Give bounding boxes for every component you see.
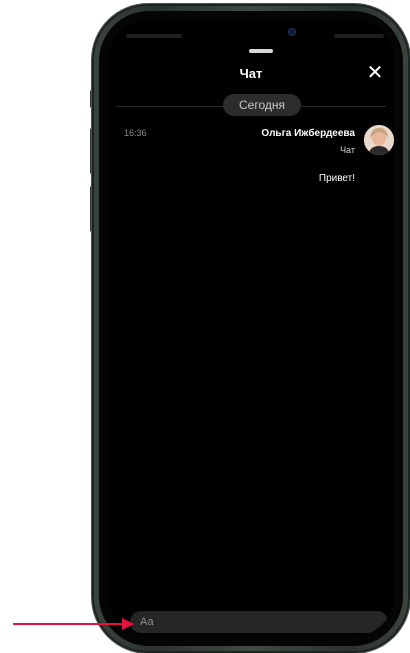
chat-screen: Чат ✕ Сегодня 16:36 Ольга Ижбердеева Чат… (108, 20, 394, 636)
close-icon: ✕ (366, 62, 384, 84)
stage: Чат ✕ Сегодня 16:36 Ольга Ижбердеева Чат… (0, 0, 410, 653)
annotation-arrow-shaft (13, 623, 126, 625)
arrow-right-icon (122, 618, 134, 630)
date-divider-label: Сегодня (223, 94, 301, 116)
message-author[interactable]: Ольга Ижбердеева (261, 128, 355, 139)
chat-title: Чат (239, 66, 263, 81)
message-input[interactable] (140, 611, 370, 633)
message-time: 16:36 (124, 128, 147, 138)
status-bar-left-indicator (126, 34, 182, 38)
message-composer[interactable] (130, 611, 388, 633)
close-button[interactable]: ✕ (366, 62, 384, 84)
date-divider-line-right (301, 106, 386, 107)
avatar[interactable] (364, 125, 394, 155)
sheet-grabber[interactable] (249, 49, 273, 53)
date-divider-line-left (116, 106, 223, 107)
front-camera (288, 28, 296, 36)
message-text: Привет! (318, 173, 355, 184)
status-bar-right-indicator (334, 34, 384, 38)
message-channel: Чат (340, 145, 355, 155)
avatar-portrait-icon (364, 125, 394, 155)
